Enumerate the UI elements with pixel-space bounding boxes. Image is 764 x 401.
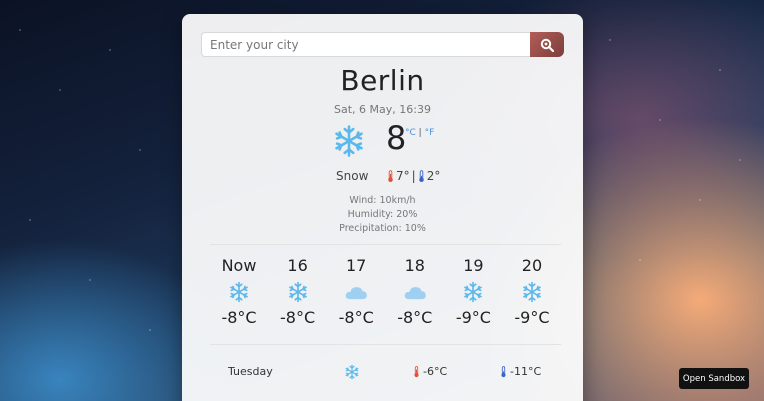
current-date: Sat, 6 May, 16:39 (334, 103, 431, 116)
hourly-item: 20 -9°C (503, 256, 561, 327)
thermometer-cold-icon (418, 170, 425, 183)
humidity-info: Humidity: 20% (347, 209, 418, 220)
hour-temp: -8°C (280, 308, 316, 327)
daily-min-temp: -11°C (510, 365, 542, 378)
hour-label: Now (221, 256, 257, 275)
thermometer-cold-icon (500, 366, 507, 378)
daily-max: -6°C (413, 365, 447, 378)
snowflake-icon (332, 124, 366, 158)
hour-temp: -8°C (338, 308, 374, 327)
high-low-temps: 7° | 2° (387, 169, 440, 183)
divider (210, 344, 561, 345)
wind-info: Wind: 10km/h (349, 195, 416, 206)
hour-temp: -9°C (455, 308, 491, 327)
thermometer-hot-icon (387, 170, 394, 183)
high-temp: 7° (396, 169, 410, 183)
high-low-separator: | (411, 169, 416, 183)
snowflake-icon (287, 281, 309, 303)
snowflake-icon (462, 281, 484, 303)
search-icon (540, 38, 554, 52)
unit-celsius-link[interactable]: °C (405, 128, 416, 138)
city-search-input[interactable] (201, 32, 530, 57)
hourly-item: 18 -8°C (386, 256, 444, 327)
daily-min: -11°C (500, 365, 541, 378)
precipitation-info: Precipitation: 10% (339, 223, 426, 234)
hourly-item: 19 -9°C (444, 256, 502, 327)
city-name: Berlin (340, 64, 425, 97)
hour-label: 18 (404, 256, 425, 275)
hourly-item: 17 -8°C (327, 256, 385, 327)
hour-label: 17 (346, 256, 367, 275)
low-temp: 2° (426, 169, 441, 183)
cloud-icon (403, 284, 427, 301)
weather-details: Wind: 10km/h Humidity: 20% Precipitation… (182, 194, 583, 236)
unit-separator: | (415, 128, 425, 138)
day-name: Tuesday (228, 365, 273, 378)
snowflake-icon (228, 281, 250, 303)
thermometer-hot-icon (413, 366, 420, 378)
weather-condition: Snow (336, 169, 369, 183)
hourly-forecast: Now -8°C 16 -8°C 17 -8°C 18 -8°C 19 -9°C… (210, 256, 561, 327)
daily-row: Tuesday -6°C -11°C (182, 365, 583, 381)
cloud-icon (344, 284, 368, 301)
hour-temp: -9°C (514, 308, 550, 327)
search-bar (201, 32, 564, 57)
hourly-item: Now -8°C (210, 256, 268, 327)
hour-temp: -8°C (397, 308, 433, 327)
snowflake-icon (521, 281, 543, 303)
hourly-item: 16 -8°C (269, 256, 327, 327)
hour-label: 20 (521, 256, 543, 275)
current-temperature: 8 (386, 119, 407, 157)
unit-toggle: °C | °F (405, 128, 434, 138)
unit-fahrenheit-link[interactable]: °F (425, 128, 435, 138)
search-button[interactable] (530, 32, 564, 57)
weather-card: Berlin Sat, 6 May, 16:39 8 °C | °F Snow … (182, 14, 583, 401)
snowflake-icon (344, 364, 360, 380)
daily-max-temp: -6°C (423, 365, 448, 378)
hour-temp: -8°C (221, 308, 257, 327)
hour-label: 16 (287, 256, 308, 275)
open-sandbox-button[interactable]: Open Sandbox (679, 368, 749, 389)
hour-label: 19 (463, 256, 484, 275)
divider (210, 244, 561, 245)
